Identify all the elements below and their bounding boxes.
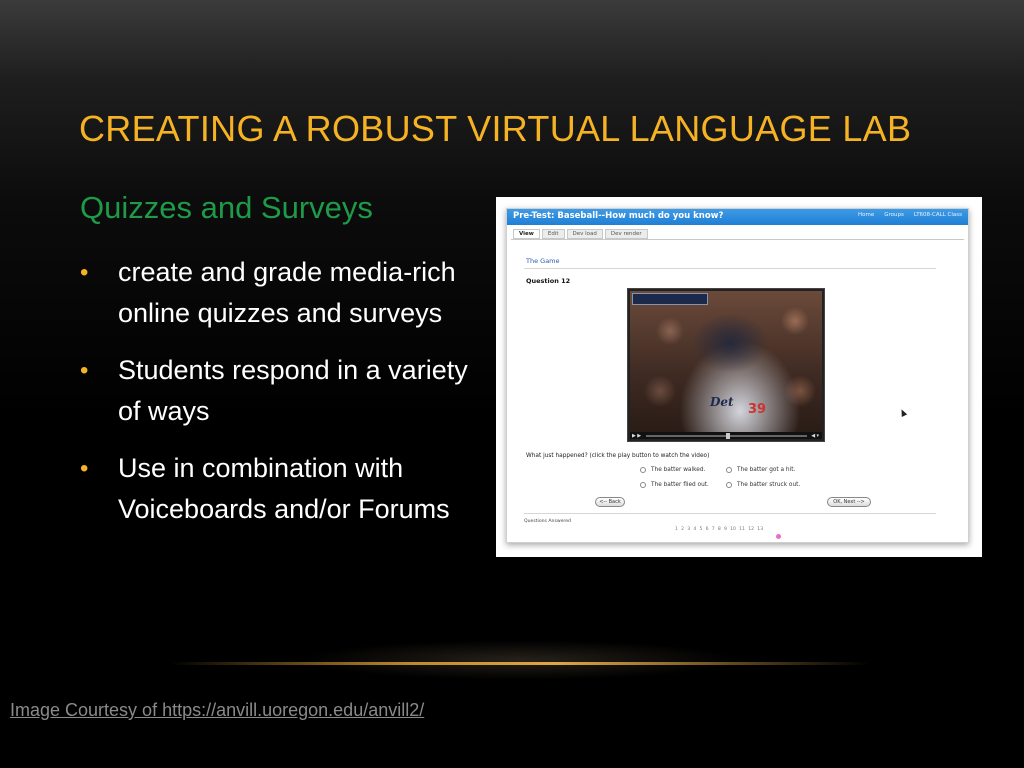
question-prompt: What just happened? (click the play butt… (526, 453, 710, 459)
page-link[interactable]: 10 (730, 527, 736, 532)
radio-button[interactable] (640, 482, 646, 488)
answer-option[interactable]: The batter flied out. (640, 482, 709, 488)
bullet-item: • Use in combination with Voiceboards an… (80, 448, 480, 530)
page-link[interactable]: 6 (706, 527, 709, 532)
question-title: Question 12 (526, 277, 571, 285)
back-button[interactable]: <-- Back (595, 497, 625, 507)
question-pager: 1 2 3 4 5 6 7 8 9 10 11 12 13 (675, 527, 763, 532)
page-link[interactable]: 9 (724, 527, 727, 532)
tab-divider (511, 239, 964, 240)
nav-home-link[interactable]: Home (858, 212, 874, 218)
divider-glow (300, 640, 740, 680)
next-button[interactable]: OK, Next --> (827, 497, 871, 507)
jersey-number: 39 (748, 402, 767, 417)
option-label: The batter walked. (651, 467, 706, 473)
radio-button[interactable] (726, 482, 732, 488)
scoreboard-overlay (632, 293, 708, 305)
answer-option[interactable]: The batter walked. (640, 467, 705, 473)
footer-divider (170, 662, 870, 665)
option-label: The batter struck out. (737, 482, 801, 488)
answer-option[interactable]: The batter struck out. (726, 482, 800, 488)
page-link[interactable]: 3 (687, 527, 690, 532)
section-link[interactable]: The Game (526, 257, 560, 265)
divider (524, 268, 936, 269)
page-link[interactable]: 1 (675, 527, 678, 532)
nav-groups-link[interactable]: Groups (884, 212, 904, 218)
bullet-text: Students respond in a variety of ways (118, 355, 468, 426)
play-icon[interactable]: ▶ ▶ (632, 433, 642, 439)
video-frame-image: Det 39 (630, 291, 822, 432)
tab-view[interactable]: View (513, 229, 540, 239)
nav-class-link[interactable]: LT608-CALL Class (914, 212, 962, 218)
video-seek-bar[interactable] (646, 432, 808, 439)
bullet-text: Use in combination with Voiceboards and/… (118, 453, 450, 524)
page-link[interactable]: 11 (739, 527, 745, 532)
app-title: Pre-Test: Baseball--How much do you know… (513, 211, 724, 221)
bullet-list: • create and grade media-rich online qui… (80, 252, 480, 546)
tab-edit[interactable]: Edit (541, 229, 565, 239)
bullet-item: • Students respond in a variety of ways (80, 350, 480, 432)
option-label: The batter got a hit. (737, 467, 796, 473)
page-link[interactable]: 13 (757, 527, 763, 532)
video-controls: ▶ ▶ ◀ ▾ (630, 432, 822, 439)
current-page-indicator (776, 534, 781, 539)
bullet-icon: • (80, 357, 89, 384)
questions-answered-label: Questions Answered (524, 519, 571, 524)
quiz-app-window: Pre-Test: Baseball--How much do you know… (506, 208, 969, 543)
jersey-lettering: Det (710, 395, 734, 409)
image-credit-link[interactable]: Image Courtesy of https://anvill.uoregon… (10, 700, 424, 721)
page-link[interactable]: 4 (693, 527, 696, 532)
tab-dev-load[interactable]: Dev load (566, 229, 603, 239)
page-link[interactable]: 7 (712, 527, 715, 532)
answer-option[interactable]: The batter got a hit. (726, 467, 795, 473)
app-nav: Home Groups LT608-CALL Class (858, 212, 962, 218)
radio-button[interactable] (726, 467, 732, 473)
page-link[interactable]: 5 (700, 527, 703, 532)
mouse-cursor-icon (898, 408, 908, 417)
embedded-screenshot: Pre-Test: Baseball--How much do you know… (496, 197, 982, 557)
page-link-current[interactable]: 12 (748, 527, 754, 532)
radio-button[interactable] (640, 467, 646, 473)
seek-handle[interactable] (726, 432, 730, 439)
bullet-icon: • (80, 455, 89, 482)
volume-icon[interactable]: ◀ ▾ (811, 433, 819, 439)
option-label: The batter flied out. (651, 482, 709, 488)
app-header: Pre-Test: Baseball--How much do you know… (507, 209, 968, 225)
bullet-text: create and grade media-rich online quizz… (118, 257, 456, 328)
page-link[interactable]: 8 (718, 527, 721, 532)
bullet-item: • create and grade media-rich online qui… (80, 252, 480, 334)
app-tabs: View Edit Dev load Dev render (513, 229, 648, 239)
section-subtitle: Quizzes and Surveys (80, 190, 373, 225)
slide-title: CREATING A ROBUST VIRTUAL LANGUAGE LAB (79, 108, 912, 149)
tab-dev-render[interactable]: Dev render (604, 229, 648, 239)
bullet-icon: • (80, 259, 89, 286)
video-player[interactable]: Det 39 ▶ ▶ ◀ ▾ (627, 288, 825, 442)
page-link[interactable]: 2 (681, 527, 684, 532)
divider (524, 513, 936, 514)
